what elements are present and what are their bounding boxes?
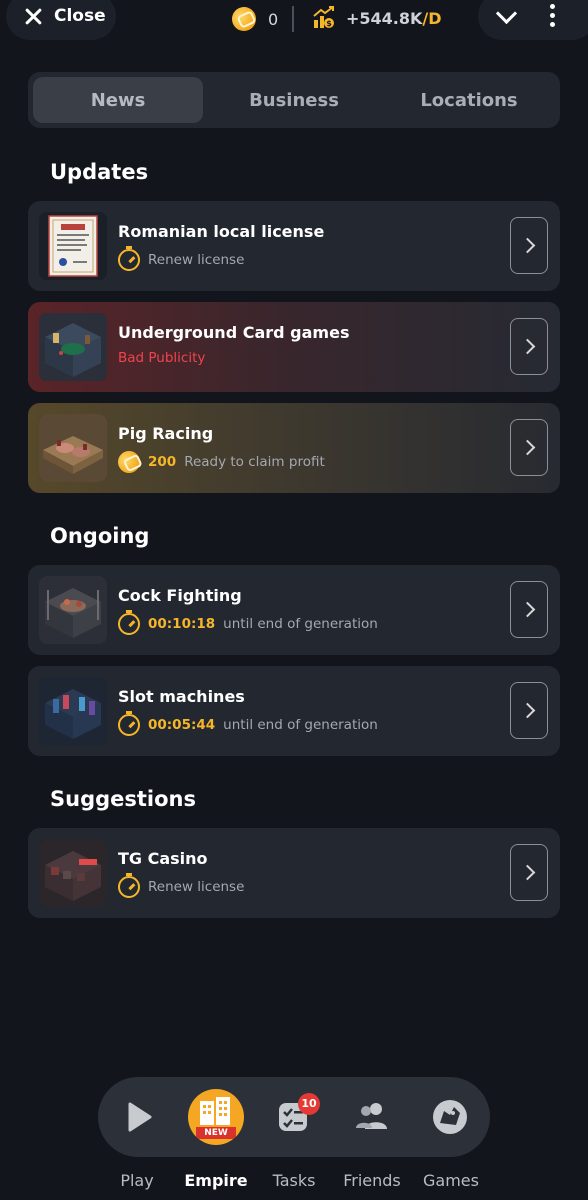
section-title-ongoing: Ongoing [50, 524, 150, 548]
card-title: Cock Fighting [118, 586, 242, 605]
income-growth-icon: $ [312, 6, 336, 30]
open-arrow-button[interactable] [510, 682, 548, 739]
header-actions [478, 0, 588, 40]
tab-news[interactable]: News [33, 77, 203, 123]
tab-business[interactable]: Business [209, 77, 379, 123]
chevron-down-icon[interactable] [494, 4, 518, 28]
nav-label-play[interactable]: Play [97, 1171, 177, 1190]
news-card-underground-card-games[interactable]: Underground Card games Bad Publicity [28, 302, 560, 392]
card-status: 200 Ready to claim profit [114, 447, 325, 477]
close-icon [24, 7, 42, 25]
coin-balance: 0 [228, 3, 279, 35]
income-value: +544.8K/D [346, 8, 442, 28]
tasks-count-badge: 10 [298, 1093, 320, 1115]
pig-racing-thumbnail [39, 414, 107, 482]
slot-machines-thumbnail [39, 677, 107, 745]
tab-bar: News Business Locations [28, 72, 560, 128]
nav-label-empire[interactable]: Empire [176, 1171, 256, 1190]
open-arrow-button[interactable] [510, 318, 548, 375]
header-divider [292, 6, 294, 32]
card-title: Romanian local license [118, 222, 325, 241]
card-title: Slot machines [118, 687, 245, 706]
coin-icon [228, 3, 260, 35]
timer-icon [118, 246, 140, 271]
open-arrow-button[interactable] [510, 419, 548, 476]
card-status: Renew license [118, 873, 244, 898]
card-status: 00:10:18 until end of generation [118, 610, 378, 635]
close-label: Close [54, 6, 106, 26]
more-menu-icon[interactable] [544, 4, 560, 30]
card-title: Pig Racing [118, 424, 214, 443]
svg-text:$: $ [326, 19, 332, 28]
buildings-icon[interactable]: NEW [188, 1089, 244, 1145]
games-icon[interactable] [426, 1093, 474, 1141]
play-icon[interactable] [114, 1093, 162, 1141]
coin-balance-value: 0 [268, 9, 279, 29]
card-title: TG Casino [118, 849, 208, 868]
friends-icon[interactable] [348, 1093, 396, 1141]
section-title-suggestions: Suggestions [50, 787, 196, 811]
card-status: Renew license [118, 246, 244, 271]
open-arrow-button[interactable] [510, 581, 548, 638]
timer-icon [118, 711, 140, 736]
timer-icon [118, 873, 140, 898]
bottom-nav-bar: NEW 10 [98, 1077, 490, 1157]
card-status: 00:05:44 until end of generation [118, 711, 378, 736]
coin-icon [114, 447, 144, 477]
new-badge: NEW [196, 1127, 236, 1139]
news-card-romanian-license[interactable]: Romanian local license Renew license [28, 201, 560, 291]
tab-locations[interactable]: Locations [384, 77, 554, 123]
nav-label-tasks[interactable]: Tasks [254, 1171, 334, 1190]
nav-label-friends[interactable]: Friends [332, 1171, 412, 1190]
section-title-updates: Updates [50, 160, 149, 184]
open-arrow-button[interactable] [510, 844, 548, 901]
close-button[interactable]: Close [6, 0, 116, 40]
card-games-room-thumbnail [39, 313, 107, 381]
license-document-thumbnail [39, 212, 107, 280]
ongoing-card-slot-machines[interactable]: Slot machines 00:05:44 until end of gene… [28, 666, 560, 756]
news-card-pig-racing[interactable]: Pig Racing 200 Ready to claim profit [28, 403, 560, 493]
income-rate: $ +544.8K/D [312, 6, 442, 30]
countdown-timer: 00:10:18 [148, 616, 216, 632]
nav-label-games[interactable]: Games [411, 1171, 491, 1190]
timer-icon [118, 610, 140, 635]
tg-casino-thumbnail [39, 839, 107, 907]
card-status: Bad Publicity [118, 350, 206, 366]
countdown-timer: 00:05:44 [148, 717, 216, 733]
cock-fighting-thumbnail [39, 576, 107, 644]
open-arrow-button[interactable] [510, 217, 548, 274]
card-title: Underground Card games [118, 323, 350, 342]
ongoing-card-cock-fighting[interactable]: Cock Fighting 00:10:18 until end of gene… [28, 565, 560, 655]
top-bar: Close 0 $ +544.8K/D [0, 0, 588, 40]
suggestion-card-tg-casino[interactable]: TG Casino Renew license [28, 828, 560, 918]
